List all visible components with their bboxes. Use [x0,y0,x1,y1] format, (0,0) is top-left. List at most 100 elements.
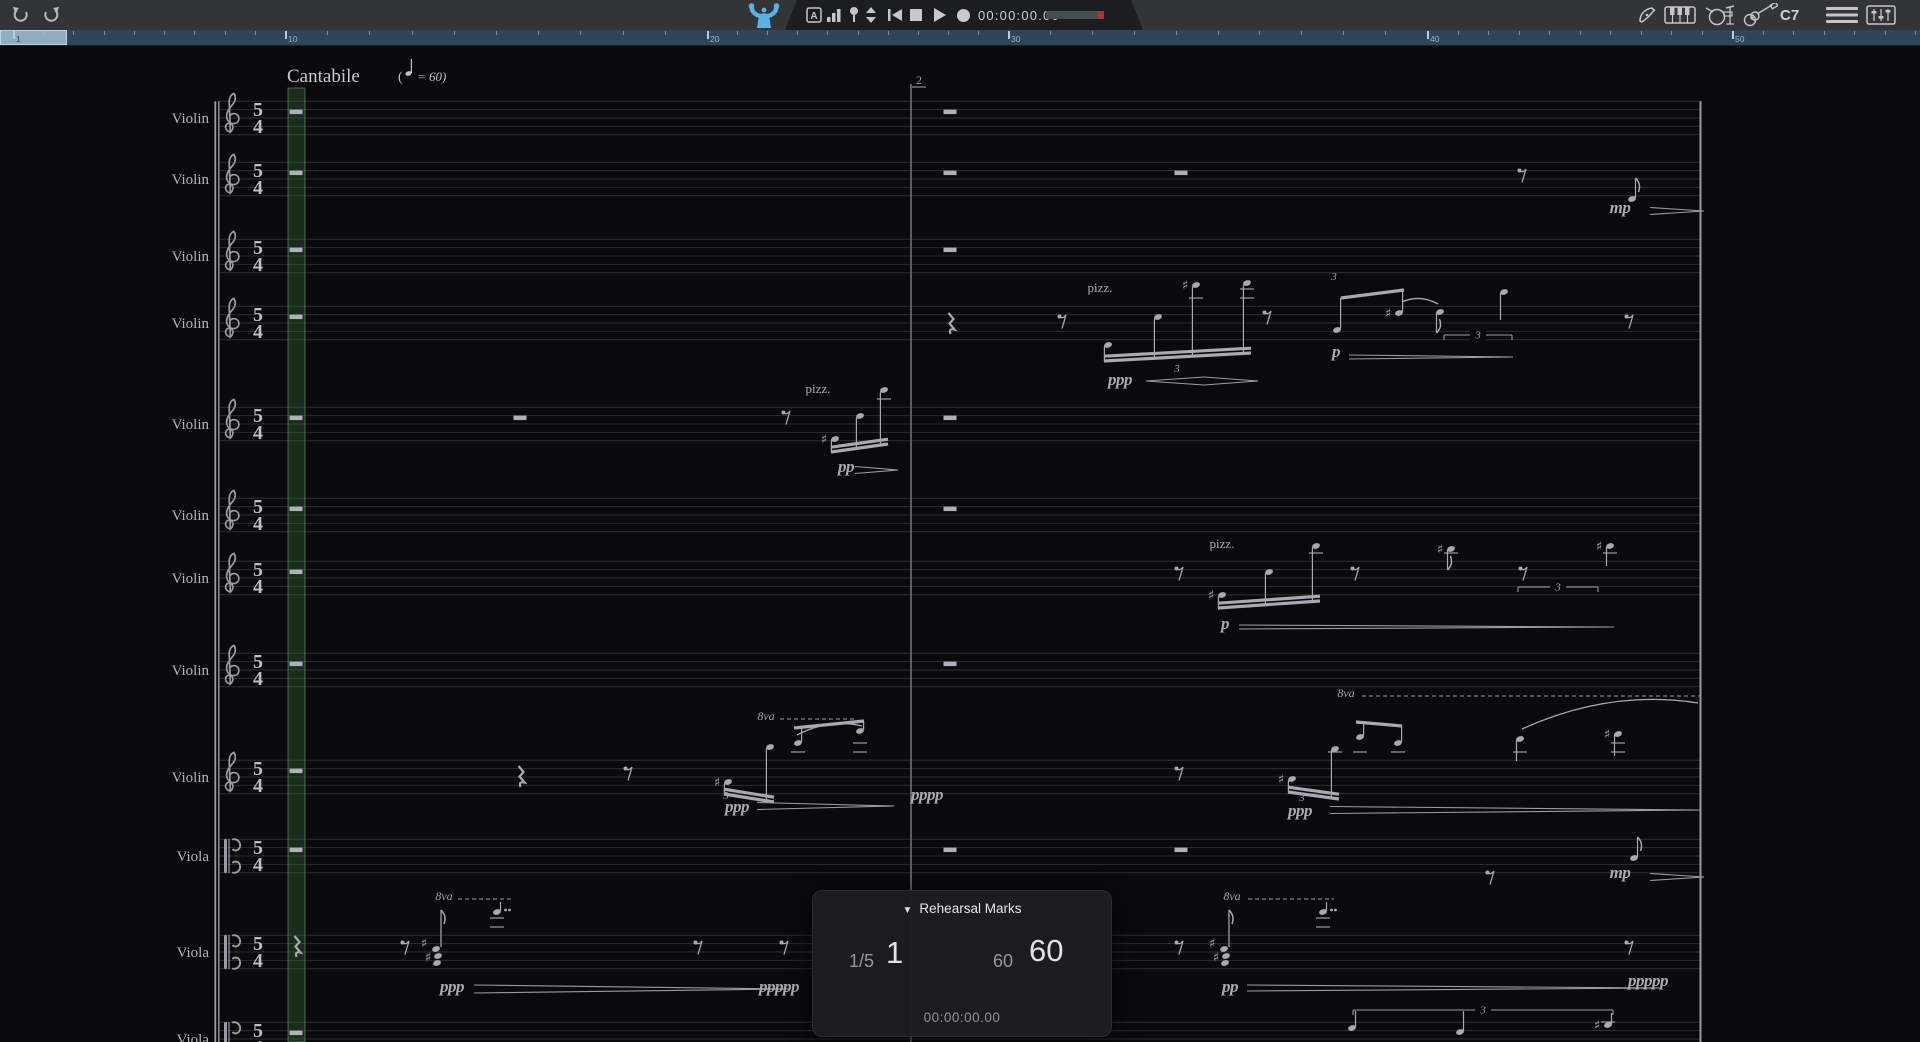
bar-rest[interactable] [944,248,957,253]
bar-rest[interactable] [944,416,957,421]
sharp-accidental[interactable]: ♯ [1278,773,1284,788]
dynamic-marking[interactable]: pp [1220,977,1238,996]
score-canvas[interactable]: Violin54Violin54Violin54Violin54Violin54… [0,0,1920,1042]
slur[interactable] [1402,298,1438,304]
octave-marking[interactable]: 8va [435,889,452,903]
tempo-value[interactable]: 60 [1029,933,1063,969]
bar-rest[interactable] [290,315,303,320]
guitar-icon[interactable] [1742,0,1778,30]
octave-marking[interactable]: 8va [757,709,774,723]
bar-rest[interactable] [290,416,303,421]
redo-button[interactable] [40,0,62,30]
sharp-accidental[interactable]: ♯ [1209,937,1215,952]
tuplet-number[interactable]: 3 [722,790,729,802]
dynamic-marking[interactable]: mp [1610,863,1631,882]
time-signature-denominator[interactable]: 4 [253,950,263,972]
sharp-accidental[interactable]: ♯ [1385,307,1391,322]
bar-rest[interactable] [290,769,303,774]
alto-clef-icon[interactable] [224,935,227,969]
tuplet-number[interactable]: 3 [1298,792,1305,804]
octave-marking[interactable]: 8va [1223,889,1240,903]
bar-rest[interactable] [290,662,303,667]
time-signature-denominator[interactable]: 4 [253,321,263,343]
bar-rest[interactable] [290,848,303,853]
bar-rest[interactable] [1175,848,1188,853]
bar-timeline-ruler[interactable]: 11020304050 [0,30,1920,46]
tempo-text[interactable]: Cantabile [287,66,360,87]
note-input-mode-button[interactable]: A [806,0,822,30]
time-signature-denominator[interactable]: 4 [253,254,263,276]
pizzicato-text[interactable]: pizz. [1088,280,1113,295]
octave-marking[interactable]: 8va [1337,686,1354,700]
sharp-accidental[interactable]: ♯ [1437,543,1443,558]
bar-rest[interactable] [290,1031,303,1036]
dynamic-marking[interactable]: mp [1610,198,1631,217]
pizzicato-text[interactable]: pizz. [1210,536,1235,551]
sharp-accidental[interactable]: ♯ [425,951,431,966]
time-signature-denominator[interactable]: 4 [253,854,263,876]
tuplet-number[interactable]: 3 [1554,582,1561,594]
bar-rest[interactable] [290,507,303,512]
slur[interactable] [1522,699,1698,729]
metronome-pin-icon[interactable] [848,0,860,30]
tuplet-number[interactable]: 3 [1173,363,1180,375]
time-signature-denominator[interactable]: 4 [253,177,263,199]
sharp-accidental[interactable]: ♯ [1604,728,1610,743]
bar-rest[interactable] [1175,171,1188,176]
dynamic-marking[interactable]: p [1330,342,1340,361]
piano-keyboard-icon[interactable] [1664,0,1696,30]
bar-rest[interactable] [290,110,303,115]
time-signature-denominator[interactable]: 4 [253,576,263,598]
tuplet-number[interactable]: 3 [1479,1005,1486,1017]
play-button[interactable] [933,0,947,30]
mixer-button[interactable] [1866,0,1896,30]
bar-rest[interactable] [944,662,957,667]
time-signature-denominator[interactable]: 4 [253,513,263,535]
time-signature-denominator[interactable]: 4 [253,668,263,690]
spinner-arrows-icon[interactable] [866,0,876,30]
bar-rest[interactable] [290,570,303,575]
bar-rest[interactable] [944,171,957,176]
sharp-accidental[interactable]: ♯ [821,433,827,448]
sharp-accidental[interactable]: ♯ [1208,589,1214,604]
sharp-accidental[interactable]: ♯ [1213,951,1219,966]
dynamic-marking[interactable]: ppppp [1626,971,1668,990]
flex-figure-icon[interactable] [742,0,786,30]
dynamic-marking[interactable]: pp [836,457,854,476]
bar-rest[interactable] [944,110,957,115]
time-signature-denominator[interactable]: 4 [253,422,263,444]
bar-rest[interactable] [290,171,303,176]
dynamic-marking[interactable]: p [1219,614,1229,633]
time-signature-denominator[interactable]: 4 [253,116,263,138]
record-button[interactable] [956,0,971,30]
chord-display-button[interactable]: C7 [1780,0,1799,30]
notehead[interactable] [433,952,442,960]
collapse-caret-icon[interactable]: ▼ [903,905,913,916]
tuplet-number[interactable]: 3 [1474,330,1481,342]
drum-kit-icon[interactable] [1704,0,1736,30]
bar-rest[interactable] [514,416,527,421]
bar-number[interactable]: 2 [916,73,922,87]
sharp-accidental[interactable]: ♯ [421,937,427,952]
viewport-indicator[interactable] [0,30,67,45]
rehearsal-index-value[interactable]: 1 [886,935,903,971]
go-to-start-button[interactable] [887,0,903,30]
alto-clef-icon[interactable] [224,1022,227,1042]
time-signature-denominator[interactable]: 4 [253,1037,263,1042]
dynamic-marking[interactable]: ppp [1106,370,1132,389]
menu-list-icon[interactable] [1826,0,1858,30]
alto-clef-icon[interactable] [224,839,227,873]
bar-rest[interactable] [944,507,957,512]
pen-write-mode-icon[interactable] [1637,0,1657,30]
sharp-accidental[interactable]: ♯ [1596,540,1602,555]
pizzicato-text[interactable]: pizz. [806,381,831,396]
undo-button[interactable] [10,0,32,30]
sharp-accidental[interactable]: ♯ [1182,279,1188,294]
sharp-accidental[interactable]: ♯ [714,776,720,791]
bar-rest[interactable] [290,248,303,253]
popover-header[interactable]: ▼Rehearsal Marks [813,901,1111,916]
dynamic-marking[interactable]: pppp [909,785,943,804]
velocity-graph-icon[interactable] [827,0,842,30]
sharp-accidental[interactable]: ♯ [1594,1019,1600,1034]
bar-rest[interactable] [944,848,957,853]
